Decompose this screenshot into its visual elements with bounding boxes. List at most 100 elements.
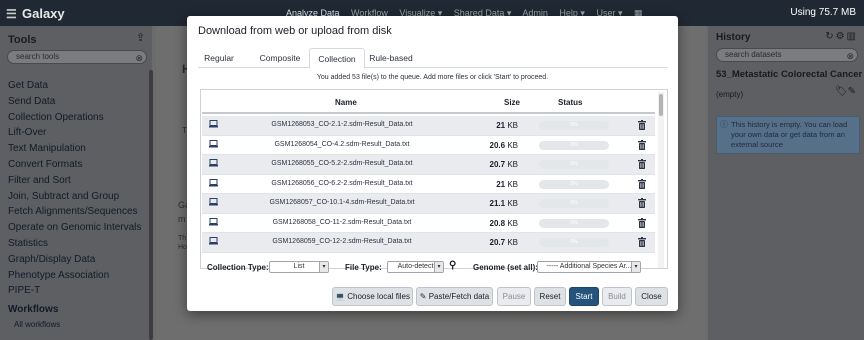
file-name[interactable]: GSM1268053_CO-2.1-2.sdm-Result_Data.txt [227, 121, 457, 128]
tool-section-genomic-intervals[interactable]: Operate on Genomic Intervals [8, 220, 141, 236]
upload-queue-table: Name Size Status GSM1268053_CO-2.1-2.sdm… [200, 89, 668, 269]
file-size-value: 21 [496, 121, 506, 130]
upload-icon[interactable]: ⇪ [136, 31, 145, 44]
dialog-title: Download from web or upload from disk [198, 25, 392, 37]
table-header: Name Size Status [202, 90, 655, 114]
column-name: Name [335, 98, 357, 107]
file-size-value: 20.7 [489, 238, 506, 247]
table-row: GSM1268058_CO-11-2.sdm-Result_Data.txt 2… [202, 214, 655, 233]
tool-list: Get Data Send Data Collection Operations… [8, 78, 141, 299]
trash-icon[interactable] [638, 120, 646, 130]
tool-section-collection-operations[interactable]: Collection Operations [8, 110, 141, 126]
file-size-unit: KB [507, 238, 518, 247]
chevron-down-icon: ▾ [631, 262, 640, 272]
genome-select[interactable]: ----- Additional Species Ar... ▾ [537, 261, 641, 273]
history-empty-text: This history is empty. You can load your… [731, 120, 848, 149]
tool-section-fetch-alignments[interactable]: Fetch Alignments/Sequences [8, 204, 141, 220]
file-name[interactable]: GSM1268056_CO-6.2-2.sdm-Result_Data.txt [227, 180, 457, 187]
table-row: GSM1268054_CO-4.2.sdm-Result_Data.txt 20… [202, 136, 655, 155]
start-button[interactable]: Start [569, 287, 599, 306]
queue-scrollbar[interactable] [658, 92, 664, 268]
upload-progress: 0% [539, 238, 609, 247]
file-name[interactable]: GSM1268055_CO-5.2-2.sdm-Result_Data.txt [227, 160, 457, 167]
table-row: GSM1268055_CO-5.2-2.sdm-Result_Data.txt … [202, 155, 655, 175]
info-icon: ⓘ [720, 120, 728, 129]
collection-type-select[interactable]: List ▾ [269, 261, 329, 273]
history-search-input[interactable]: search datasets ⊗ [716, 48, 858, 62]
tab-composite[interactable]: Composite [250, 48, 310, 68]
tool-section-phenotype-association[interactable]: Phenotype Association [8, 268, 141, 284]
trash-icon[interactable] [638, 198, 646, 208]
file-name[interactable]: GSM1268057_CO-10.1-4.sdm-Result_Data.txt [227, 199, 457, 206]
brand[interactable]: ☰ Galaxy [6, 6, 65, 21]
gear-icon[interactable]: ⚙ [836, 31, 847, 42]
trash-icon[interactable] [638, 139, 646, 150]
clear-search-icon[interactable]: ⊗ [135, 52, 143, 64]
history-name[interactable]: 53_Metastatic Colorectal Cancer [716, 69, 862, 80]
paste-fetch-button[interactable]: ✎ Paste/Fetch data [416, 287, 493, 306]
pause-button[interactable]: Pause [497, 287, 531, 306]
tool-section-text-manipulation[interactable]: Text Manipulation [8, 141, 141, 157]
column-size: Size [504, 98, 521, 107]
comment-icon[interactable]: ✎ [848, 86, 856, 97]
table-row: GSM1268056_CO-6.2-2.sdm-Result_Data.txt … [202, 175, 655, 194]
columns-icon[interactable]: ▥ [847, 31, 858, 42]
tool-section-lift-over[interactable]: Lift-Over [8, 125, 141, 141]
table-row: GSM1268059_CO-12-2.sdm-Result_Data.txt 2… [202, 233, 655, 253]
reset-button[interactable]: Reset [534, 287, 566, 306]
tool-section-statistics[interactable]: Statistics [8, 236, 141, 252]
clear-history-search-icon[interactable]: ⊗ [846, 50, 854, 62]
laptop-icon [209, 217, 218, 225]
all-workflows-link[interactable]: All workflows [14, 320, 60, 329]
tab-rule-based[interactable]: Rule-based [368, 48, 414, 68]
upload-progress: 0% [539, 140, 609, 150]
tool-section-filter-and-sort[interactable]: Filter and Sort [8, 173, 141, 189]
build-button[interactable]: Build [602, 287, 632, 306]
tool-section-join-subtract-group[interactable]: Join, Subtract and Group [8, 189, 141, 205]
quota-usage[interactable]: Using 75.7 MB [790, 7, 856, 18]
tool-section-send-data[interactable]: Send Data [8, 94, 141, 110]
file-name[interactable]: GSM1268054_CO-4.2.sdm-Result_Data.txt [227, 141, 457, 148]
trash-icon[interactable] [638, 178, 646, 189]
laptop-icon [209, 120, 218, 128]
file-name[interactable]: GSM1268058_CO-11-2.sdm-Result_Data.txt [227, 219, 457, 226]
close-button[interactable]: Close [635, 287, 668, 306]
choose-local-files-button[interactable]: 💻 Choose local files [332, 287, 413, 306]
upload-tabs: Regular Composite Collection Rule-based [198, 48, 668, 69]
genome-label: Genome (set all): [473, 263, 538, 272]
file-size: 20.6 KB [478, 141, 518, 150]
queue-scrollbar-thumb[interactable] [659, 94, 663, 116]
tool-panel-scrollbar[interactable] [149, 70, 153, 340]
tool-section-get-data[interactable]: Get Data [8, 78, 141, 94]
file-size-unit: KB [507, 199, 518, 208]
collection-type-value: List [293, 263, 305, 270]
center-text-fragment-5: Ho [178, 244, 187, 251]
tool-search-input[interactable]: search tools ⊗ [7, 50, 147, 64]
search-icon[interactable]: ⚲ [449, 260, 456, 271]
history-search-placeholder: search datasets [725, 50, 782, 59]
file-size: 21 KB [478, 180, 518, 189]
file-size-value: 21.1 [489, 199, 506, 208]
file-size: 21.1 KB [478, 199, 518, 208]
tool-section-graph-display[interactable]: Graph/Display Data [8, 252, 141, 268]
file-type-select[interactable]: Auto-detect ▾ [387, 261, 444, 273]
upload-progress: 0% [539, 199, 609, 208]
trash-icon[interactable] [638, 159, 646, 169]
center-text-fragment-4: Th [178, 235, 187, 242]
tab-regular[interactable]: Regular [198, 48, 240, 68]
laptop-icon [209, 178, 218, 186]
upload-progress: 0% [539, 179, 609, 189]
history-title: History [716, 32, 751, 43]
file-name[interactable]: GSM1268059_CO-12-2.sdm-Result_Data.txt [227, 238, 457, 245]
tool-section-convert-formats[interactable]: Convert Formats [8, 157, 141, 173]
tag-icon[interactable]: 🏷 [835, 86, 848, 97]
refresh-icon[interactable]: ↻ [825, 31, 835, 42]
trash-icon[interactable] [638, 217, 646, 228]
trash-icon[interactable] [638, 237, 646, 247]
laptop-icon [209, 139, 218, 147]
history-size: (empty) [716, 90, 744, 99]
tool-section-pipe-t[interactable]: PIPE-T [8, 283, 141, 299]
tool-search-placeholder: search tools [16, 52, 60, 61]
tab-collection[interactable]: Collection [309, 48, 365, 69]
tools-title: Tools [8, 34, 37, 46]
